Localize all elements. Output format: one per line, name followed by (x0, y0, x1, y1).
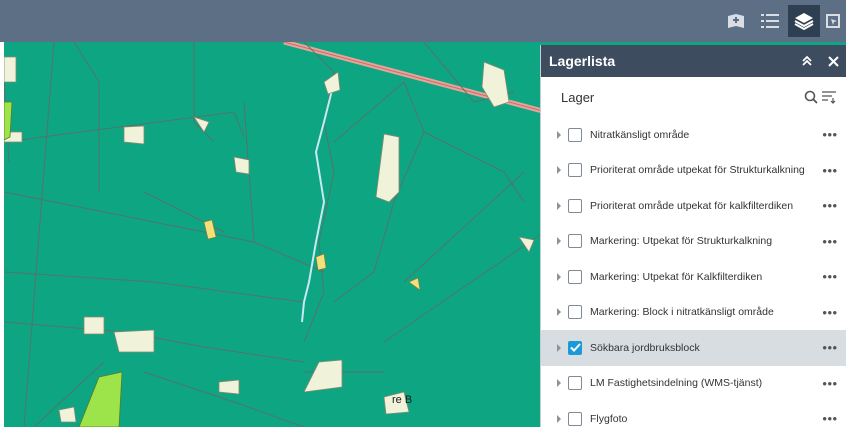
layer-options-menu-button[interactable]: ••• (820, 234, 840, 249)
layer-name: Markering: Utpekat för Kalkfilterdiken (590, 270, 763, 283)
layer-name: LM Fastighetsindelning (WMS-tjänst) (590, 377, 763, 390)
layer-list-panel: Lagerlista Lager Nitratkänsligt område •… (540, 45, 846, 427)
layer-name: Markering: Block i nitratkänsligt område (590, 306, 774, 319)
layer-options-menu-button[interactable]: ••• (820, 127, 840, 142)
layer-row[interactable]: Prioriterat område utpekat för kalkfilte… (541, 188, 846, 224)
layer-list: Nitratkänsligt område ••• Prioriterat områ… (541, 117, 846, 427)
expand-arrow-icon[interactable] (556, 201, 564, 210)
panel-header: Lagerlista (541, 45, 846, 77)
section-title: Lager (561, 89, 595, 105)
layer-visibility-checkbox[interactable] (568, 234, 582, 249)
layer-row[interactable]: Markering: Block i nitratkänsligt område… (541, 295, 846, 331)
layer-options-menu-button[interactable]: ••• (820, 198, 840, 213)
layer-visibility-checkbox[interactable] (568, 411, 582, 426)
layer-name: Sökbara jordbruksblock (590, 341, 700, 354)
layer-options-menu-button[interactable]: ••• (820, 305, 840, 320)
map-place-label: re B (392, 394, 413, 406)
map-pointer-icon (826, 14, 840, 28)
layer-visibility-checkbox[interactable] (568, 127, 582, 142)
layers-icon (794, 13, 814, 30)
layer-options-menu-button[interactable]: ••• (820, 340, 840, 355)
expand-arrow-icon[interactable] (556, 130, 564, 139)
layer-visibility-checkbox[interactable] (568, 340, 582, 355)
expand-arrow-icon[interactable] (556, 166, 564, 175)
filter-button[interactable] (820, 87, 838, 107)
layer-row[interactable]: Prioriterat område utpekat för Strukturk… (541, 153, 846, 189)
layer-section-header: Lager (541, 77, 846, 117)
layer-name: Prioriterat område utpekat för Strukturk… (590, 164, 805, 177)
layer-visibility-checkbox[interactable] (568, 305, 582, 320)
layer-name: Markering: Utpekat för Strukturkalkning (590, 235, 773, 248)
layer-row[interactable]: LM Fastighetsindelning (WMS-tjänst) ••• (541, 366, 846, 402)
map-book-button[interactable] (720, 5, 752, 37)
layer-options-menu-button[interactable]: ••• (820, 376, 840, 391)
map-book-icon (728, 14, 744, 28)
layer-name: Nitratkänsligt område (590, 128, 690, 141)
layer-name: Flygfoto (590, 412, 628, 425)
checkmark-icon (569, 343, 581, 353)
layer-options-menu-button[interactable]: ••• (820, 163, 840, 178)
legend-list-icon (761, 14, 779, 28)
layer-options-menu-button[interactable]: ••• (820, 411, 840, 426)
expand-arrow-icon[interactable] (556, 379, 564, 388)
search-button[interactable] (802, 87, 820, 107)
search-icon (804, 90, 818, 104)
layer-row[interactable]: Markering: Utpekat för Kalkfilterdiken ••… (541, 259, 846, 295)
layer-visibility-checkbox[interactable] (568, 269, 582, 284)
app-toolbar (0, 0, 846, 42)
expand-arrow-icon[interactable] (556, 343, 564, 352)
expand-arrow-icon[interactable] (556, 237, 564, 246)
layer-visibility-checkbox[interactable] (568, 376, 582, 391)
layer-row[interactable]: Flygfoto ••• (541, 401, 846, 427)
expand-arrow-icon[interactable] (556, 272, 564, 281)
layer-options-menu-button[interactable]: ••• (820, 269, 840, 284)
close-panel-button[interactable] (820, 45, 846, 77)
panel-title: Lagerlista (549, 53, 616, 69)
sort-filter-icon (822, 91, 836, 104)
layer-row[interactable]: Sökbara jordbruksblock ••• (541, 330, 846, 366)
layers-button[interactable] (788, 5, 820, 37)
layer-visibility-checkbox[interactable] (568, 198, 582, 213)
layer-visibility-checkbox[interactable] (568, 163, 582, 178)
expand-arrow-icon[interactable] (556, 308, 564, 317)
expand-arrow-icon[interactable] (556, 414, 564, 423)
layer-row[interactable]: Nitratkänsligt område ••• (541, 117, 846, 153)
layer-row[interactable]: Markering: Utpekat för Strukturkalkning •… (541, 224, 846, 260)
map-pointer-button[interactable] (822, 5, 846, 37)
double-chevron-up-icon (802, 55, 812, 66)
layer-name: Prioriterat område utpekat för kalkfilte… (590, 199, 794, 212)
close-icon (827, 55, 839, 67)
legend-list-button[interactable] (754, 5, 786, 37)
collapse-panel-button[interactable] (794, 45, 820, 77)
